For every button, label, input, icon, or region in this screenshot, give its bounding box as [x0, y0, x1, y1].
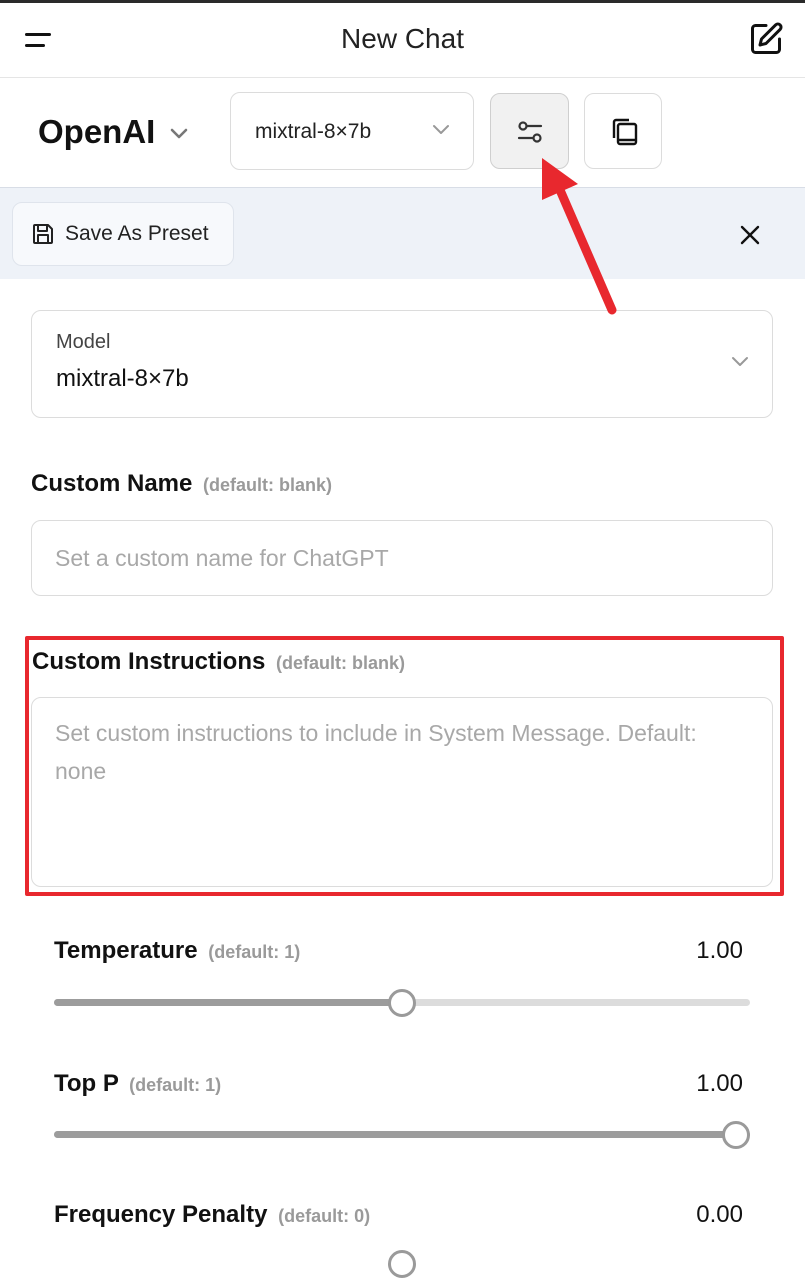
top-p-default-hint: (default: 1)	[129, 1075, 222, 1095]
top-p-slider-thumb[interactable]	[722, 1120, 750, 1149]
model-field[interactable]: Model mixtral-8×7b	[31, 310, 773, 418]
model-select-label: mixtral-8×7b	[255, 120, 372, 143]
temperature-slider-fill	[54, 999, 402, 1006]
new-chat-edit-icon[interactable]	[748, 21, 788, 61]
temperature-label: Temperature	[54, 937, 198, 964]
temperature-default-hint: (default: 1)	[208, 942, 301, 962]
frequency-penalty-heading: Frequency Penalty (default: 0)	[54, 1201, 370, 1229]
custom-name-label: Custom Name	[31, 470, 193, 497]
endpoint-selector[interactable]: OpenAI	[38, 110, 189, 154]
temperature-heading: Temperature (default: 1)	[54, 937, 300, 965]
frequency-penalty-label: Frequency Penalty	[54, 1201, 268, 1228]
endpoint-label: OpenAI	[38, 113, 156, 150]
parameters-button[interactable]	[490, 93, 569, 169]
custom-name-input[interactable]	[31, 520, 773, 596]
chevron-down-icon	[732, 357, 748, 366]
temperature-value: 1.00	[696, 937, 743, 964]
copy-preset-icon	[612, 118, 638, 146]
frequency-penalty-slider-thumb[interactable]	[388, 1250, 416, 1278]
model-field-value: mixtral-8×7b	[56, 365, 189, 392]
sliders-icon	[517, 121, 543, 143]
model-select[interactable]: mixtral-8×7b	[230, 92, 474, 170]
chevron-down-icon	[433, 125, 449, 134]
model-field-label: Model	[56, 331, 111, 353]
save-icon	[33, 224, 53, 244]
top-p-heading: Top P (default: 1)	[54, 1070, 221, 1098]
frequency-penalty-value: 0.00	[696, 1201, 743, 1228]
chevron-down-icon	[171, 128, 188, 139]
custom-instructions-heading: Custom Instructions (default: blank)	[32, 648, 405, 676]
custom-instructions-default-hint: (default: blank)	[276, 653, 406, 673]
custom-name-default-hint: (default: blank)	[203, 475, 333, 495]
save-as-preset-label: Save As Preset	[65, 222, 209, 245]
settings-panel-bar: Save As Preset	[0, 187, 805, 279]
frequency-penalty-default-hint: (default: 0)	[278, 1206, 371, 1226]
custom-instructions-textarea[interactable]	[31, 697, 773, 887]
app-header: New Chat	[0, 3, 805, 78]
temperature-slider-thumb[interactable]	[388, 988, 416, 1017]
custom-name-heading: Custom Name (default: blank)	[31, 470, 332, 498]
page-title: New Chat	[341, 23, 464, 54]
save-as-preset-button[interactable]: Save As Preset	[12, 202, 234, 266]
top-p-value: 1.00	[696, 1070, 743, 1097]
top-p-slider-fill	[54, 1131, 750, 1138]
close-icon[interactable]	[737, 222, 763, 248]
top-p-label: Top P	[54, 1070, 119, 1097]
presets-button[interactable]	[584, 93, 662, 169]
top-p-slider[interactable]	[54, 1131, 750, 1138]
custom-instructions-label: Custom Instructions	[32, 648, 266, 675]
